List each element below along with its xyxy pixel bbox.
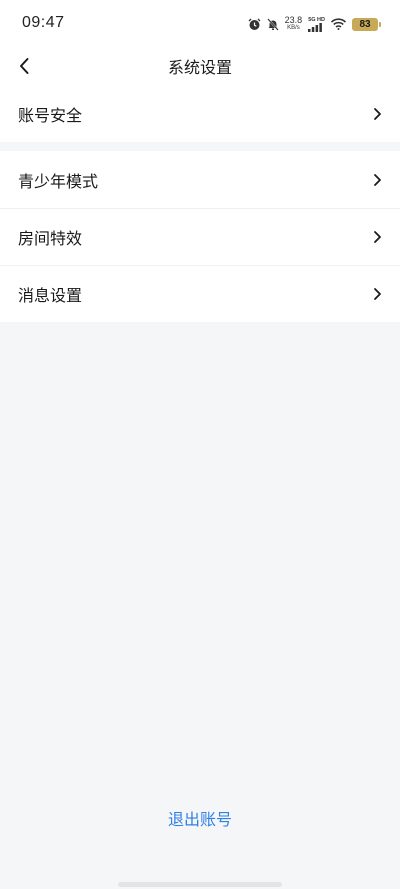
cellular-signal: 5G HD	[308, 17, 325, 32]
network-speed-unit: KB/s	[287, 25, 300, 31]
settings-item-label: 房间特效	[18, 228, 83, 248]
network-speed-value: 23.8	[284, 15, 303, 25]
signal-bars-icon	[308, 22, 323, 32]
chevron-right-icon	[374, 173, 381, 186]
network-speed: 23.8 KB/s	[285, 16, 303, 32]
wifi-icon	[331, 18, 346, 30]
settings-item-label: 账号安全	[18, 106, 83, 125]
settings-item-room-effects[interactable]: 房间特效	[0, 208, 400, 265]
chevron-right-icon	[374, 108, 381, 120]
chevron-right-icon	[374, 230, 381, 243]
status-icons: 23.8 KB/s 5G HD 83	[248, 14, 381, 34]
settings-group-general: 青少年模式 房间特效 消息设置	[0, 151, 400, 322]
status-time: 09:47	[22, 14, 65, 31]
battery-level: 83	[359, 18, 371, 30]
settings-item-label: 消息设置	[18, 285, 83, 305]
battery-icon: 83	[352, 17, 381, 31]
logout-button[interactable]: 退出账号	[0, 806, 400, 830]
settings-group-account: 账号安全	[0, 86, 400, 142]
settings-item-label: 青少年模式	[18, 171, 99, 191]
settings-item-teen-mode[interactable]: 青少年模式	[0, 151, 400, 208]
settings-item-message-settings[interactable]: 消息设置	[0, 265, 400, 322]
nav-bar: 系统设置	[0, 46, 400, 86]
home-indicator[interactable]	[118, 882, 282, 887]
status-bar: 09:47 23.8 KB/s 5G HD 83	[0, 0, 400, 46]
mute-bell-icon	[266, 17, 279, 31]
settings-item-account-security[interactable]: 账号安全	[0, 86, 400, 142]
chevron-right-icon	[374, 287, 381, 300]
alarm-icon	[248, 18, 261, 31]
page-title: 系统设置	[167, 58, 232, 77]
